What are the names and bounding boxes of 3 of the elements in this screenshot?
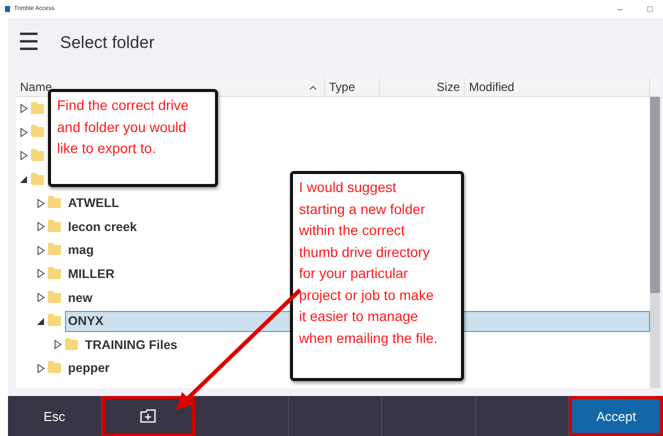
page-title: Select folder — [60, 33, 154, 53]
callout-text: I would suggest starting a new folder within the correct thumb drive directory for your particular project or job to make it easier to manage when emailing the file. — [299, 178, 439, 348]
callout-text: Find the correct drive and folder you would like to export to. — [57, 96, 189, 158]
